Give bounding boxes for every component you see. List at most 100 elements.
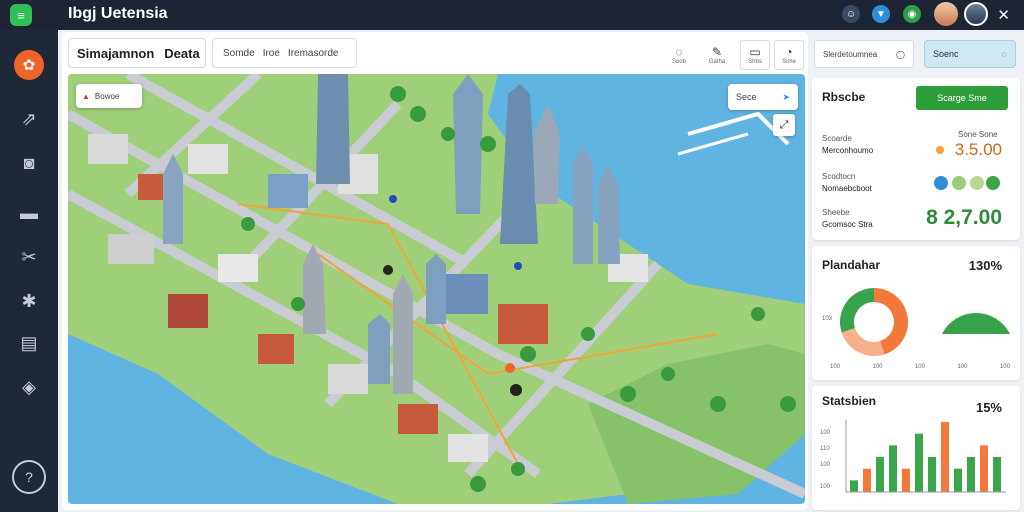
home-icon[interactable]: ✿ (14, 50, 44, 80)
map-search-box[interactable]: Sece ➤ (728, 84, 798, 110)
pie-slice (840, 288, 874, 333)
card2-axis: 100 100 100 100 100 (830, 364, 1010, 370)
close-icon[interactable]: ✕ (997, 6, 1010, 24)
card1-line3-sub: Gcomsoc Stra (822, 220, 873, 229)
map-canvas (68, 74, 805, 504)
card1-action-button[interactable]: Scarge Sme (916, 86, 1008, 110)
route-icon[interactable]: ⇗ (18, 108, 40, 130)
search-icon: ◯ (896, 49, 905, 59)
bell-icon[interactable]: ◉ (903, 5, 921, 23)
right-search-input[interactable]: Slerdetoumnea ◯ (814, 40, 914, 68)
card3-title: Statsbien (822, 394, 877, 408)
chat-icon[interactable]: ▬ (18, 202, 40, 224)
filter-icon: ◌ (1001, 49, 1007, 59)
pen-icon: ✎ (711, 45, 723, 59)
profile-icon[interactable]: ◙ (18, 152, 40, 174)
card1-line3-value: 8 2,7.00 (926, 206, 1002, 229)
map-marker[interactable] (505, 363, 515, 373)
pen-tool-button[interactable]: ✎ Gatha (702, 40, 732, 70)
map-chip-label: Bowoe (94, 91, 120, 101)
right-toolbar: Slerdetoumnea ◯ Soenc ◌ (812, 36, 1020, 76)
card1-line1-value: 3.5.00 (954, 140, 1002, 159)
sidebar: ✿ ⇗ ◙ ▬ ✂ ✱ ▤ ◈ ? (0, 30, 58, 512)
right-search-button[interactable]: Soenc ◌ (924, 40, 1016, 68)
right-search-text: Slerdetoumnea (823, 49, 878, 59)
marker-tool-button[interactable]: ◔ Sime (774, 40, 804, 70)
tab-iroe[interactable]: Iroe (263, 48, 280, 59)
statsbien-card: Statsbien 15% 100 110 100 100 (812, 386, 1020, 510)
axis-tick: 100 (957, 364, 968, 370)
building-icon: ▲ (82, 91, 90, 101)
y-tick: 100 (820, 430, 831, 436)
tab-bar: Somde Iroe Iremasorde (212, 38, 357, 68)
map-marker[interactable] (383, 265, 393, 275)
bar (902, 468, 910, 492)
map-title-tab[interactable]: Deata (164, 46, 199, 61)
card2-percent: 130% (968, 258, 1002, 273)
tool-label: Shbs (748, 59, 762, 65)
tool-label: Gatha (708, 59, 726, 65)
map-title: Simajamnon (77, 45, 155, 61)
map-search-label: Sece (736, 92, 757, 102)
y-tick: 100 (820, 462, 831, 468)
legend-dot (970, 176, 984, 190)
bar (928, 457, 936, 492)
pie-slice (841, 328, 885, 356)
axis-tick: 100 (830, 364, 841, 370)
axis-tick: 103 (822, 316, 833, 322)
bar (889, 445, 897, 492)
map-marker[interactable] (514, 262, 522, 270)
pin-icon: ◌ (675, 45, 683, 59)
tool-label: Sime (782, 59, 796, 65)
top-bar: ≡ Ibgj Uetensia ☺ ▼ ◉ ✕ (0, 0, 1024, 30)
map-marker[interactable] (510, 384, 522, 396)
layers-icon[interactable]: ◈ (18, 376, 40, 398)
card1-line3-label: Sheebe (822, 208, 850, 217)
user-group-icon[interactable]: ☺ (842, 5, 860, 23)
status-dot (936, 146, 944, 154)
card1-line1-sub: Merconhoumo (822, 146, 874, 155)
card1-line1-right-label: Sone Sone (958, 130, 998, 139)
city-map[interactable] (68, 74, 805, 504)
arc-segment (942, 312, 1010, 334)
avatar[interactable] (934, 2, 958, 26)
right-search-button-label: Soenc (933, 49, 959, 59)
card1-line2-label: Scodtocn (822, 172, 856, 181)
summary-card: Rbscbe Scarge Sme Scoarde Merconhoumo So… (812, 78, 1020, 240)
app-title: Ibgj Uetensia (68, 5, 168, 22)
layers-icon: ▭ (749, 45, 761, 59)
map-title-box[interactable]: Simajamnon Deata (68, 38, 206, 68)
expand-map-button[interactable]: ⤢ (773, 114, 795, 136)
layers-tool-button[interactable]: ▭ Shbs (740, 40, 770, 70)
tool-label: Soob (671, 59, 686, 65)
expand-icon: ⤢ (779, 118, 789, 131)
bar (850, 480, 858, 492)
tab-iremasorde[interactable]: Iremasorde (288, 48, 339, 59)
bar (967, 457, 975, 492)
card3-percent: 15% (975, 400, 1002, 415)
bar (915, 433, 923, 492)
avatar-secondary[interactable] (964, 2, 988, 26)
tools-icon[interactable]: ✂ (18, 246, 40, 268)
card1-title: Rbscbe (822, 90, 866, 104)
map-filter-chip[interactable]: ▲ Bowoe (76, 84, 142, 108)
bar (980, 445, 988, 492)
help-icon[interactable]: ? (12, 460, 46, 494)
card1-line1-label: Scoarde (822, 134, 852, 143)
shield-icon[interactable]: ▼ (872, 5, 890, 23)
axis-tick: 100 (872, 364, 883, 370)
card2-title: Plandahar (822, 258, 881, 272)
settings-icon[interactable]: ✱ (18, 290, 40, 312)
map-marker[interactable] (389, 195, 397, 203)
send-icon: ➤ (782, 91, 790, 102)
bar (993, 457, 1001, 492)
axis-tick: 100 (999, 364, 1010, 370)
legend-dot (986, 176, 1000, 190)
briefcase-icon[interactable]: ▤ (18, 332, 40, 354)
pin-tool-button[interactable]: ◌ Soob (664, 40, 694, 70)
legend-dot (934, 176, 948, 190)
legend-dot (952, 176, 966, 190)
app-logo-icon[interactable]: ≡ (10, 4, 32, 26)
bar (954, 468, 962, 492)
tab-somde[interactable]: Somde (223, 48, 255, 59)
